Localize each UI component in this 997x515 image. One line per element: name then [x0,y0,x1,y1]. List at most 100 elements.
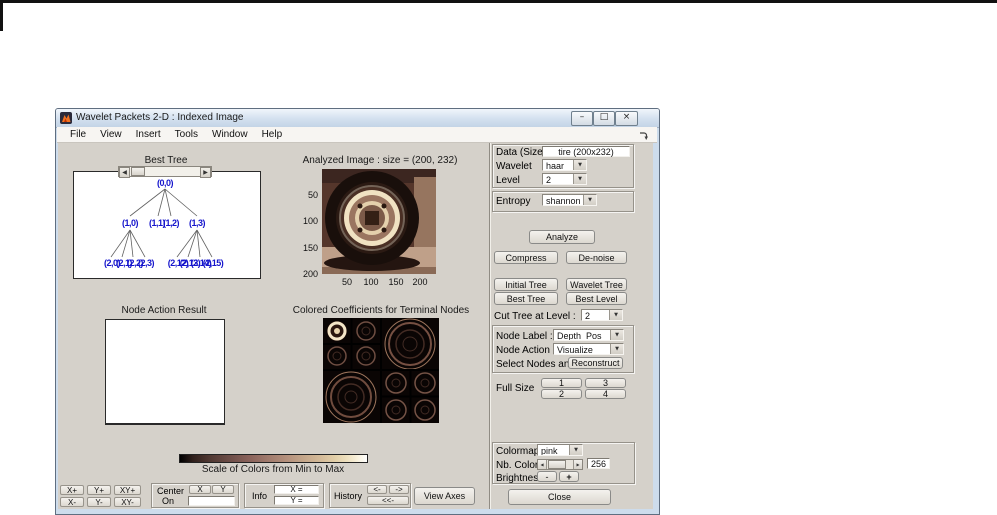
tree-node[interactable]: (2,15) [203,258,224,268]
full-size-4-button[interactable]: 4 [585,389,626,399]
menu-tools[interactable]: Tools [168,129,205,140]
brightness-plus-button[interactable]: + [559,471,579,482]
center-y-button[interactable]: Y [212,485,234,494]
color-scale-label: Scale of Colors from Min to Max [201,464,345,475]
zoom-x-plus-button[interactable]: X+ [60,485,84,495]
nb-colors-field[interactable]: 256 [587,458,610,469]
slider-right-icon[interactable]: ▶ [573,460,582,469]
best-level-button[interactable]: Best Level [566,292,627,305]
entropy-dropdown[interactable]: shannon ▼ [542,194,597,206]
node-action-value: Visualize [557,345,593,354]
level-value: 2 [546,175,552,184]
menubar: File View Insert Tools Window Help [57,127,657,143]
scroll-right-icon[interactable]: ▶ [200,167,211,178]
wavelet-dropdown[interactable]: haar ▼ [542,159,587,171]
full-size-1-button[interactable]: 1 [541,378,582,388]
x-tick: 100 [363,277,379,287]
best-tree-canvas[interactable]: (0,0) (1,0) (1,1) (1,2) (1,3) (2,0) (2,1… [73,171,261,279]
cut-tree-value: 2 [585,311,591,320]
analyzed-image-title: Analyzed Image : size = (200, 232) [302,155,458,166]
node-label-value: Depth_Pos [557,331,602,340]
tree-scrollbar[interactable]: ◀ ▶ [118,166,212,178]
full-size-3-button[interactable]: 3 [585,378,626,388]
wavelet-value: haar [546,161,565,170]
best-tree-title: Best Tree [144,155,188,166]
close-window-button[interactable]: × [615,111,638,126]
y-tick: 100 [302,216,318,226]
entropy-value: shannon [546,196,581,205]
history-back-button[interactable]: <- [367,485,387,494]
history-far-back-button[interactable]: <<- [367,496,409,505]
info-label: Info [252,491,268,501]
chevron-down-icon[interactable]: ▼ [610,344,623,354]
full-size-2-button[interactable]: 2 [541,389,582,399]
cut-tree-dropdown[interactable]: 2 ▼ [581,309,623,321]
brightness-minus-button[interactable]: - [537,471,557,482]
node-label-dropdown[interactable]: Depth_Pos ▼ [553,329,624,341]
node-action-label: Node Action : [496,345,556,356]
compress-button[interactable]: Compress [494,251,558,264]
y-tick: 150 [302,243,318,253]
node-action-result-canvas [105,319,225,425]
tree-node[interactable]: (1,2) [163,218,180,228]
center-x-button[interactable]: X [189,485,211,494]
slider-left-icon[interactable]: ◀ [538,460,547,469]
zoom-y-plus-button[interactable]: Y+ [87,485,111,495]
color-scale-bar [179,454,368,463]
pane-divider [489,143,491,509]
nb-colors-slider[interactable]: ◀ ▶ [537,459,583,470]
scrollbar-thumb[interactable] [131,167,145,176]
chevron-down-icon[interactable]: ▼ [610,330,623,340]
menu-view[interactable]: View [93,129,129,140]
select-nodes-label: Select Nodes and [496,359,575,370]
tree-node[interactable]: (2,3) [138,258,155,268]
close-button[interactable]: Close [508,489,611,505]
dock-icon[interactable] [639,131,648,140]
zoom-xy-plus-button[interactable]: XY+ [114,485,141,495]
denoise-button[interactable]: De-noise [566,251,627,264]
tree-node[interactable]: (1,0) [122,218,139,228]
menu-insert[interactable]: Insert [129,129,168,140]
coefficients-title: Colored Coefficients for Terminal Nodes [292,305,470,316]
info-y-field[interactable]: Y = [274,496,319,505]
zoom-x-minus-button[interactable]: X- [60,497,84,507]
data-size-label: Data (Size) [496,147,547,158]
maximize-button[interactable]: □ [593,111,615,126]
minimize-button[interactable]: – [571,111,593,126]
titlebar[interactable]: Wavelet Packets 2-D : Indexed Image – □ … [56,109,659,128]
history-forward-button[interactable]: -> [389,485,409,494]
tree-node[interactable]: (1,3) [189,218,206,228]
chevron-down-icon[interactable]: ▼ [573,174,586,184]
menu-file[interactable]: File [63,129,93,140]
coefficients-image [323,318,439,423]
level-dropdown[interactable]: 2 ▼ [542,173,587,185]
slider-thumb[interactable] [548,460,566,469]
node-action-dropdown[interactable]: Visualize ▼ [553,343,624,355]
analyze-button[interactable]: Analyze [529,230,595,244]
info-x-field[interactable]: X = [274,485,319,494]
tree-node[interactable]: (0,0) [157,178,174,188]
chevron-down-icon[interactable]: ▼ [573,160,586,170]
chevron-down-icon[interactable]: ▼ [609,310,622,320]
cut-tree-label: Cut Tree at Level : [494,311,576,322]
center-on-label2: On [162,496,175,506]
center-on-input[interactable] [188,496,235,506]
initial-tree-button[interactable]: Initial Tree [494,278,558,291]
view-axes-button[interactable]: View Axes [414,487,475,505]
reconstruct-button[interactable]: Reconstruct [568,357,623,369]
zoom-y-minus-button[interactable]: Y- [87,497,111,507]
colormap-label: Colormap [496,446,540,457]
best-tree-button[interactable]: Best Tree [494,292,558,305]
colormap-dropdown[interactable]: pink ▼ [537,444,583,456]
app-window: Wavelet Packets 2-D : Indexed Image – □ … [55,108,660,515]
zoom-xy-minus-button[interactable]: XY- [114,497,141,507]
wavelet-label: Wavelet [496,161,532,172]
wavelet-tree-button[interactable]: Wavelet Tree [566,278,627,291]
y-tick: 50 [307,190,318,200]
scroll-left-icon[interactable]: ◀ [119,167,130,178]
chevron-down-icon[interactable]: ▼ [569,445,582,455]
chevron-down-icon[interactable]: ▼ [583,195,596,205]
page-border-left [0,0,3,31]
menu-help[interactable]: Help [255,129,290,140]
menu-window[interactable]: Window [205,129,255,140]
